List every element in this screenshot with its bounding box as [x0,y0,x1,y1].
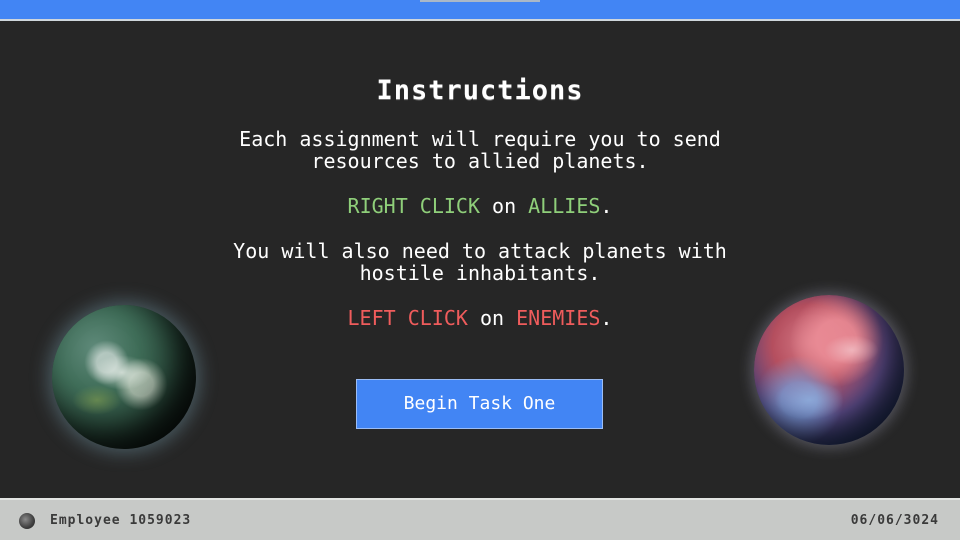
top-bar [0,0,960,21]
date-display: 06/06/3024 [850,513,939,528]
right-click-instruction: RIGHT CLICK on ALLIES. [0,195,960,217]
instructions-line-2: resources to allied planets. [311,149,649,173]
left-click-action: LEFT CLICK [347,306,468,330]
employee-id: Employee 1059023 [50,513,192,528]
instructions-title: Instructions [376,75,584,106]
left-click-period: . [600,306,613,330]
red-planet-swirl-detail [824,335,879,365]
begin-task-button[interactable]: Begin Task One [356,379,603,429]
red-planet-icon [754,295,904,445]
enemies-label: ENEMIES [516,306,601,330]
right-click-action: RIGHT CLICK [347,194,480,218]
instructions-line-4: hostile inhabitants. [359,261,601,285]
employee-avatar-icon [19,513,35,529]
top-bar-tab [420,0,540,2]
instructions-line-1: Each assignment will require you to send [239,127,721,151]
instructions-paragraph-send: Each assignment will require you to send… [0,128,960,172]
allies-label: ALLIES [528,194,601,218]
left-click-on: on [479,306,505,330]
red-planet-sea-detail [774,380,844,420]
instructions-line-3: You will also need to attack planets wit… [233,239,727,263]
earth-land-detail [72,385,122,415]
earth-planet-icon [52,305,196,449]
right-click-on: on [492,194,517,218]
right-click-period: . [600,194,613,218]
instructions-paragraph-attack: You will also need to attack planets wit… [0,240,960,284]
